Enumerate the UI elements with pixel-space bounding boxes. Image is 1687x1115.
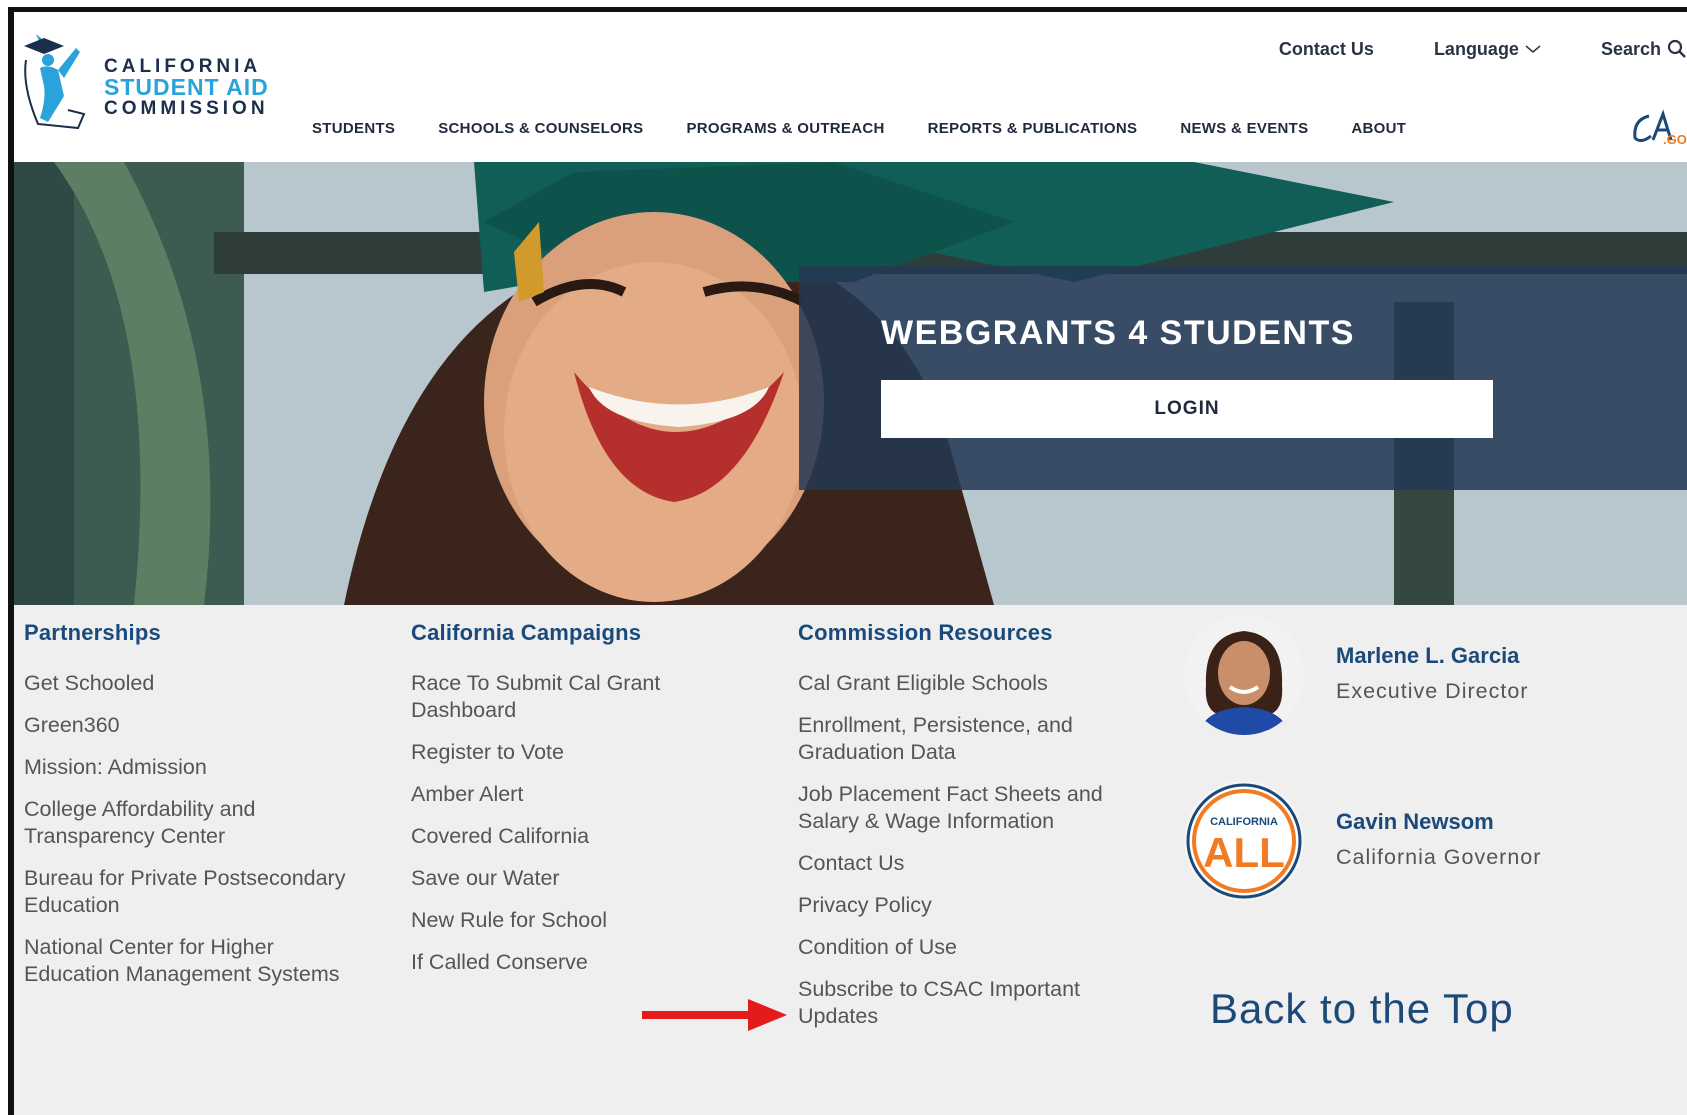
partnerships-list: Get Schooled Green360 Mission: Admission… <box>24 670 364 988</box>
link-condition-of-use[interactable]: Condition of Use <box>798 934 1138 961</box>
link-contact-us[interactable]: Contact Us <box>798 850 1138 877</box>
portrait-icon <box>1184 615 1304 735</box>
california-campaigns-heading: California Campaigns <box>411 620 642 645</box>
nav-students[interactable]: STUDENTS <box>312 120 395 137</box>
partnerships-heading: Partnerships <box>24 620 161 645</box>
california-campaigns-column: California Campaigns Race To Submit Cal … <box>411 605 731 991</box>
language-dropdown[interactable]: Language <box>1434 39 1541 60</box>
nav-about[interactable]: ABOUT <box>1351 120 1406 137</box>
link-amber-alert[interactable]: Amber Alert <box>411 781 731 808</box>
site-header: CALIFORNIA STUDENT AID COMMISSION Contac… <box>14 12 1687 162</box>
search-label: Search <box>1600 38 1661 59</box>
ca-gov-logo[interactable]: .GOV <box>1627 108 1687 148</box>
link-race-to-submit[interactable]: Race To Submit Cal Grant Dashboard <box>411 670 731 724</box>
marlene-garcia-avatar <box>1184 615 1304 735</box>
nav-news-events[interactable]: NEWS & EVENTS <box>1180 120 1308 137</box>
person-title: California Governor <box>1336 845 1542 869</box>
link-subscribe-csac-updates[interactable]: Subscribe to CSAC Important Updates <box>798 976 1138 1030</box>
commission-resources-heading: Commission Resources <box>798 620 1053 645</box>
utility-nav: Contact Us Language Search <box>1219 34 1687 64</box>
partnerships-column: Partnerships Get Schooled Green360 Missi… <box>24 605 364 1003</box>
search-icon <box>1667 39 1686 58</box>
link-get-schooled[interactable]: Get Schooled <box>24 670 364 697</box>
california-for-all-icon: CALIFORNIA ALL <box>1186 783 1302 899</box>
link-new-rule-for-school[interactable]: New Rule for School <box>411 907 731 934</box>
nav-reports-publications[interactable]: REPORTS & PUBLICATIONS <box>928 120 1138 137</box>
webgrants-title: WEBGRANTS 4 STUDENTS <box>881 314 1355 352</box>
chevron-down-icon <box>1525 45 1541 53</box>
back-to-top-link[interactable]: Back to the Top <box>1210 985 1514 1033</box>
contact-us-label: Contact Us <box>1278 38 1374 59</box>
link-green360[interactable]: Green360 <box>24 712 364 739</box>
csac-logo[interactable]: CALIFORNIA STUDENT AID COMMISSION <box>18 26 298 136</box>
logo-line-student-aid: STUDENT AID <box>104 74 269 100</box>
link-privacy-policy[interactable]: Privacy Policy <box>798 892 1138 919</box>
main-nav: STUDENTS SCHOOLS & COUNSELORS PROGRAMS &… <box>312 120 1449 137</box>
site-footer: Partnerships Get Schooled Green360 Missi… <box>14 605 1687 1115</box>
california-campaigns-list: Race To Submit Cal Grant Dashboard Regis… <box>411 670 731 976</box>
person-name: Gavin Newsom <box>1336 809 1494 834</box>
link-mission-admission[interactable]: Mission: Admission <box>24 754 364 781</box>
commission-resources-list: Cal Grant Eligible Schools Enrollment, P… <box>798 670 1138 1030</box>
link-cal-grant-eligible-schools[interactable]: Cal Grant Eligible Schools <box>798 670 1138 697</box>
link-if-called-conserve[interactable]: If Called Conserve <box>411 949 731 976</box>
webgrants-panel: WEBGRANTS 4 STUDENTS LOGIN <box>799 266 1687 490</box>
link-bureau-private-postsecondary[interactable]: Bureau for Private Postsecondary Educati… <box>24 865 364 919</box>
nav-programs-outreach[interactable]: PROGRAMS & OUTREACH <box>686 120 884 137</box>
link-nchems[interactable]: National Center for Higher Education Man… <box>24 934 364 988</box>
person-name: Marlene L. Garcia <box>1336 643 1520 668</box>
login-button[interactable]: LOGIN <box>881 380 1493 438</box>
graduate-figure-icon <box>24 34 86 130</box>
link-save-our-water[interactable]: Save our Water <box>411 865 731 892</box>
svg-text:.GOV: .GOV <box>1663 132 1687 147</box>
language-label: Language <box>1433 38 1519 59</box>
badge-top-text: CALIFORNIA <box>1210 816 1278 828</box>
hero-banner: WEBGRANTS 4 STUDENTS LOGIN <box>14 162 1687 605</box>
badge-main-text: ALL <box>1203 829 1285 876</box>
link-enrollment-persistence[interactable]: Enrollment, Persistence, and Graduation … <box>798 712 1138 766</box>
logo-line-commission: COMMISSION <box>104 98 269 119</box>
search-link[interactable]: Search <box>1601 39 1687 60</box>
person-title: Executive Director <box>1336 679 1529 703</box>
nav-schools-counselors[interactable]: SCHOOLS & COUNSELORS <box>438 120 643 137</box>
commission-resources-column: Commission Resources Cal Grant Eligible … <box>798 605 1138 1045</box>
link-job-placement-fact-sheets[interactable]: Job Placement Fact Sheets and Salary & W… <box>798 781 1138 835</box>
california-all-badge: CALIFORNIA ALL <box>1184 781 1304 901</box>
logo-wordmark: CALIFORNIA STUDENT AID COMMISSION <box>104 56 269 119</box>
link-covered-california[interactable]: Covered California <box>411 823 731 850</box>
link-register-to-vote[interactable]: Register to Vote <box>411 739 731 766</box>
contact-us-link[interactable]: Contact Us <box>1279 39 1374 60</box>
page-frame: CALIFORNIA STUDENT AID COMMISSION Contac… <box>8 7 1687 1115</box>
red-arrow-icon <box>642 999 787 1031</box>
link-college-affordability[interactable]: College Affordability and Transparency C… <box>24 796 364 850</box>
